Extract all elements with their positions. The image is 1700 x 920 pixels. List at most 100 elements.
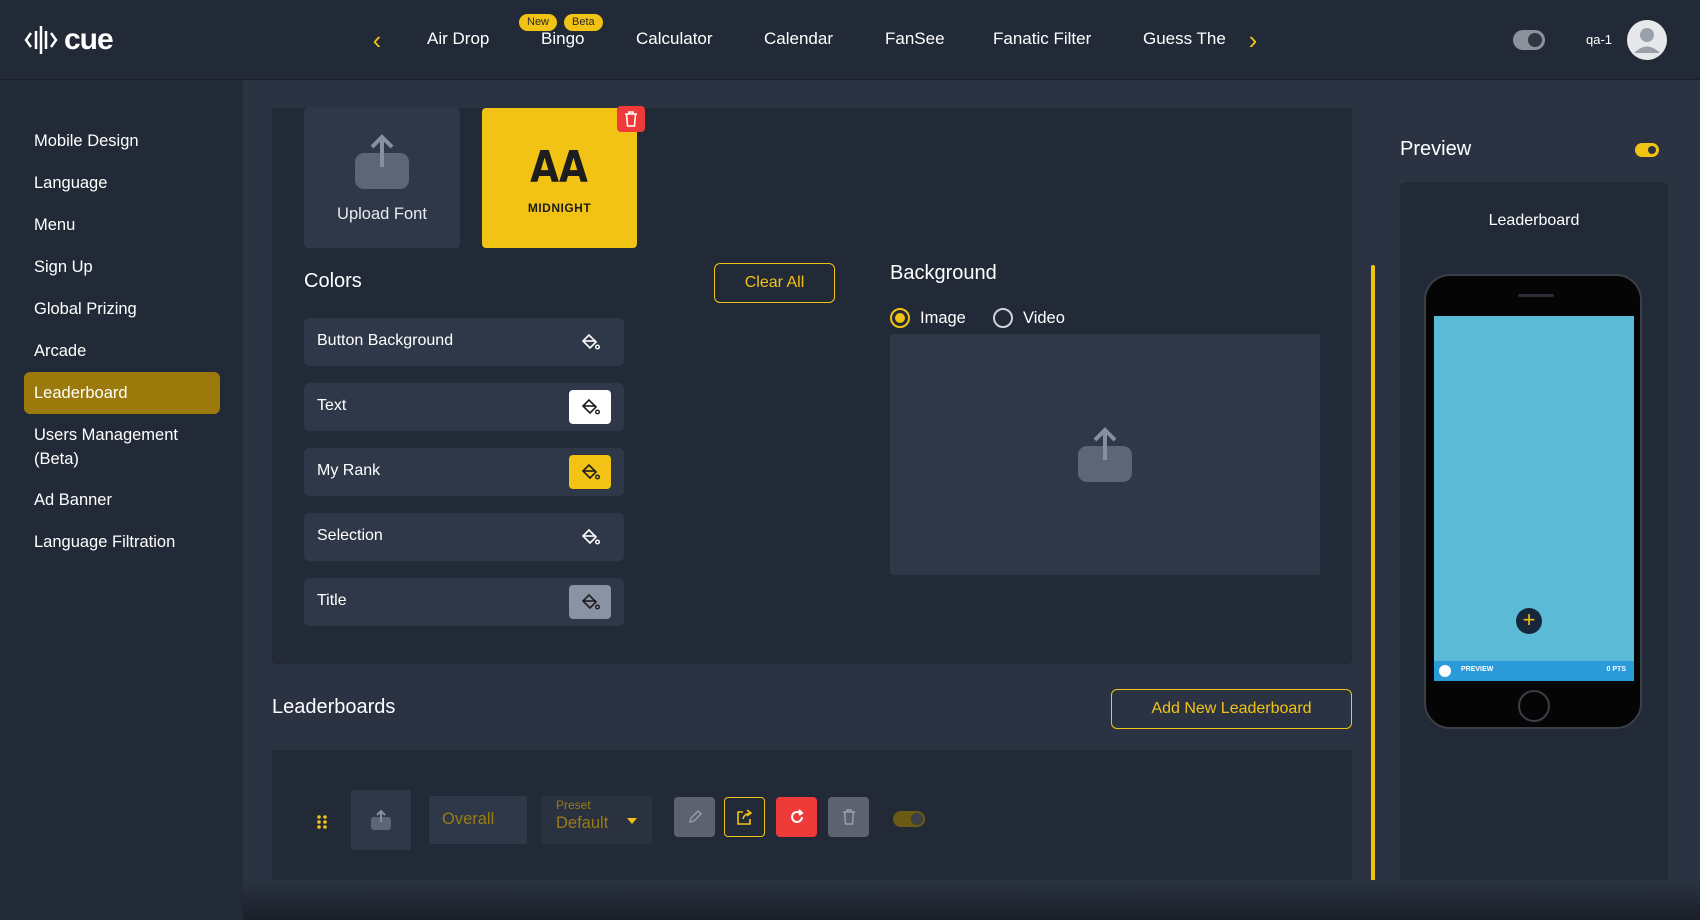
reset-button[interactable] <box>776 797 817 837</box>
refresh-icon <box>790 809 804 823</box>
preset-select[interactable]: Preset Default <box>542 796 652 844</box>
clear-all-button[interactable]: Clear All <box>714 263 835 303</box>
sidebar-item-menu[interactable]: Menu <box>24 204 220 246</box>
colors-title: Colors <box>304 270 362 292</box>
sound-wave-icon <box>24 26 58 54</box>
paint-bucket-icon[interactable] <box>569 390 611 424</box>
sidebar-item-mobile-design[interactable]: Mobile Design <box>24 120 220 162</box>
font-name: MIDNIGHT <box>527 200 592 215</box>
leaderboards-title: Leaderboards <box>272 696 396 718</box>
share-icon <box>736 809 752 825</box>
radio-label: Image <box>920 308 966 327</box>
rank-avatar <box>1439 665 1451 677</box>
radio-label: Video <box>1023 308 1065 327</box>
color-label: Title <box>317 592 347 609</box>
color-label: Button Background <box>317 332 454 349</box>
leaderboard-toggle[interactable] <box>893 811 925 827</box>
upload-font-label: Upload Font <box>337 204 427 223</box>
nav-item-air-drop[interactable]: Air Drop <box>427 29 489 49</box>
main-content: Upload Font AA MIDNIGHT Colors Clear All… <box>243 80 1700 920</box>
color-row-selection: Selection <box>304 513 624 561</box>
export-button[interactable] <box>724 797 765 837</box>
upload-icon <box>355 133 409 189</box>
sidebar-item-language[interactable]: Language <box>24 162 220 204</box>
preview-screen-title: Leaderboard <box>1488 212 1580 229</box>
trash-icon <box>842 809 855 825</box>
sidebar-item-ad-banner[interactable]: Ad Banner <box>24 479 220 521</box>
top-bar: cue ‹ Air Drop New Beta Bingo Calculator… <box>0 0 1700 80</box>
color-row-text: Text <box>304 383 624 431</box>
sidebar: Mobile Design Language Menu Sign Up Glob… <box>0 80 243 920</box>
drag-handle-icon[interactable] <box>316 814 328 830</box>
sidebar-item-users-management[interactable]: Users Management (Beta) <box>24 414 220 480</box>
chevron-down-icon <box>627 818 637 824</box>
plus-icon: + <box>1516 608 1542 634</box>
trash-icon <box>625 111 637 127</box>
font-tile-midnight[interactable]: AA MIDNIGHT <box>482 108 637 248</box>
sidebar-item-leaderboard[interactable]: Leaderboard <box>24 372 220 414</box>
radio-selected-icon <box>890 308 910 328</box>
nav-item-guess-the[interactable]: Guess The <box>1143 29 1226 49</box>
avatar[interactable] <box>1627 20 1667 60</box>
sidebar-item-arcade[interactable]: Arcade <box>24 330 220 372</box>
brand-name: cue <box>64 23 114 56</box>
color-label: My Rank <box>317 462 381 479</box>
paint-bucket-icon[interactable] <box>569 520 611 554</box>
nav-item-calendar[interactable]: Calendar <box>764 29 833 49</box>
bottom-shadow <box>243 880 1700 920</box>
radio-unselected-icon <box>993 308 1013 328</box>
theme-toggle[interactable] <box>1513 30 1545 50</box>
nav-item-fanatic-filter[interactable]: Fanatic Filter <box>993 29 1091 49</box>
background-title: Background <box>890 262 997 284</box>
logo[interactable]: cue <box>24 22 114 58</box>
rank-name: PREVIEW <box>1461 666 1494 673</box>
delete-button[interactable] <box>828 797 869 837</box>
home-button <box>1518 690 1550 722</box>
paint-bucket-icon[interactable] <box>569 325 611 359</box>
paint-bucket-icon[interactable] <box>569 455 611 489</box>
nav-prev-icon[interactable]: ‹ <box>365 26 389 54</box>
sidebar-item-global-prizing[interactable]: Global Prizing <box>24 288 220 330</box>
upload-icon <box>1078 426 1132 482</box>
leaderboard-row: Overall Preset Default <box>272 750 1352 890</box>
background-upload-area[interactable] <box>890 334 1320 575</box>
color-label: Selection <box>317 527 383 544</box>
rank-points: 0 PTS <box>1606 666 1626 673</box>
radio-video[interactable]: Video <box>993 308 1065 328</box>
nav-item-fansee[interactable]: FanSee <box>885 29 945 49</box>
edit-button[interactable] <box>674 797 715 837</box>
preview-panel: Preview Leaderboard PREVIEW 0 PTS + <box>1400 108 1700 917</box>
color-row-my-rank: My Rank <box>304 448 624 496</box>
preset-label: Preset <box>556 798 591 812</box>
preview-toggle[interactable] <box>1635 143 1659 157</box>
upload-font-button[interactable]: Upload Font <box>304 108 460 248</box>
upload-icon <box>371 809 391 830</box>
leaderboard-name-input[interactable]: Overall <box>429 796 527 844</box>
color-label: Text <box>317 397 347 414</box>
user-name: qa-1 <box>1586 32 1613 47</box>
speaker-grill <box>1518 294 1554 297</box>
sidebar-item-language-filtration[interactable]: Language Filtration <box>24 521 220 563</box>
nav-next-icon[interactable]: › <box>1241 26 1265 54</box>
phone-mockup: PREVIEW 0 PTS + <box>1424 274 1642 729</box>
scrollbar-thumb[interactable] <box>1371 265 1375 890</box>
sidebar-item-sign-up[interactable]: Sign Up <box>24 246 220 288</box>
paint-bucket-icon[interactable] <box>569 585 611 619</box>
leaderboard-image-upload[interactable] <box>351 790 411 850</box>
preset-value: Default <box>556 814 609 832</box>
nav-item-bingo[interactable]: Bingo <box>541 29 584 49</box>
preview-card: Leaderboard PREVIEW 0 PTS + <box>1400 182 1668 917</box>
pencil-icon <box>688 810 702 823</box>
preview-title: Preview <box>1400 138 1472 160</box>
color-row-title: Title <box>304 578 624 626</box>
toggle-knob <box>911 813 923 825</box>
user-icon <box>1634 28 1660 53</box>
phone-rank-bar: PREVIEW 0 PTS <box>1434 661 1634 681</box>
add-new-leaderboard-button[interactable]: Add New Leaderboard <box>1111 689 1352 729</box>
design-card: Upload Font AA MIDNIGHT Colors Clear All… <box>272 106 1352 664</box>
font-preview: AA <box>530 141 589 193</box>
nav-item-calculator[interactable]: Calculator <box>636 29 713 49</box>
radio-image[interactable]: Image <box>890 308 966 328</box>
leaderboard-name: Overall <box>442 810 495 828</box>
delete-font-button[interactable] <box>617 106 645 132</box>
